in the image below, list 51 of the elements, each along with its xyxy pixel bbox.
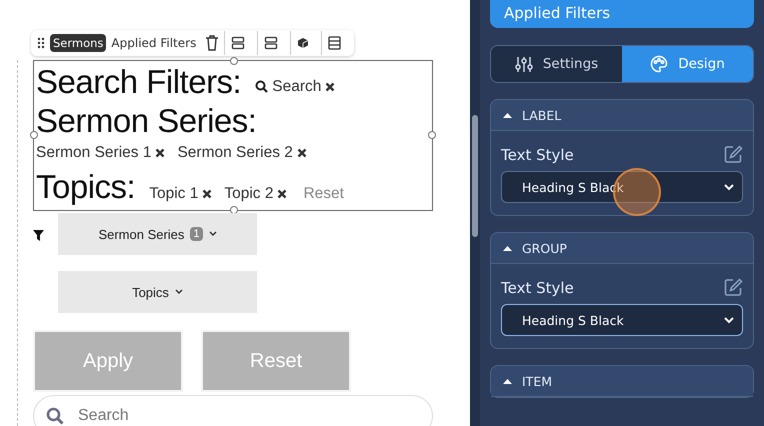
applied-filters-widget[interactable]: Search Filters: Search Sermon Series: Sermon Series 1 Sermon Series 2 Topics: Topic 1 Topic 2 Reset	[33, 60, 433, 211]
filter-chip[interactable]: Search	[255, 78, 336, 96]
filter-dropdown[interactable]: Sermon Series 1	[58, 213, 257, 255]
search-field[interactable]: Search	[33, 395, 433, 426]
search-input[interactable]: Search	[76, 406, 420, 426]
edit-icon[interactable]	[724, 278, 743, 297]
reset-link[interactable]: Reset	[303, 185, 344, 203]
field-label: Text Style	[501, 278, 574, 296]
field-label: Text Style	[501, 146, 574, 164]
filter-chip[interactable]: Topic 2	[224, 185, 288, 203]
remove-icon[interactable]	[155, 148, 166, 158]
drag-handle-icon[interactable]	[37, 37, 45, 49]
filter-icon	[33, 230, 44, 241]
collapse-icon	[503, 378, 512, 384]
filter-chip[interactable]: Topic 1	[149, 185, 212, 203]
count-badge: 1	[190, 227, 203, 241]
remove-icon[interactable]	[202, 189, 212, 199]
scrollbar-thumb[interactable]	[472, 115, 478, 237]
remove-icon[interactable]	[296, 148, 307, 158]
element-badge: Sermons	[50, 34, 106, 52]
search-icon	[46, 407, 64, 425]
chevron-down-icon	[174, 289, 183, 295]
filter-dropdown[interactable]: Topics	[58, 271, 257, 313]
section-header[interactable]: LABEL	[491, 100, 753, 131]
resize-handle[interactable]	[30, 131, 38, 139]
sliders-icon	[514, 56, 533, 72]
edit-icon[interactable]	[724, 145, 743, 164]
dropdown-label: Sermon Series	[98, 226, 184, 242]
collapse-icon	[503, 246, 512, 250]
element-title: Applied Filters	[111, 36, 196, 50]
text-style-select[interactable]: Heading S Black	[501, 304, 743, 336]
search-icon	[255, 80, 268, 93]
chevron-down-icon	[724, 184, 734, 190]
resize-handle[interactable]	[230, 57, 238, 65]
filter-chip[interactable]: Sermon Series 1	[36, 140, 166, 166]
remove-icon[interactable]	[277, 189, 288, 199]
collapse-icon	[503, 112, 512, 118]
section-header[interactable]: ITEM	[491, 366, 753, 397]
filter-heading: Sermon Series:	[36, 102, 256, 140]
filter-chip[interactable]: Sermon Series 2	[177, 140, 307, 166]
filter-heading: Topics:	[36, 167, 136, 207]
section-header[interactable]: GROUP	[491, 233, 753, 264]
remove-icon[interactable]	[325, 82, 336, 92]
palette-icon	[650, 55, 668, 73]
chevron-down-icon	[208, 231, 217, 237]
dropdown-label: Topics	[132, 284, 169, 300]
chevron-down-icon	[724, 316, 734, 324]
delete-icon[interactable]	[205, 35, 220, 51]
filter-heading: Search Filters:	[36, 62, 242, 102]
resize-handle[interactable]	[428, 131, 436, 139]
panel-tab[interactable]: Settings	[491, 46, 622, 82]
